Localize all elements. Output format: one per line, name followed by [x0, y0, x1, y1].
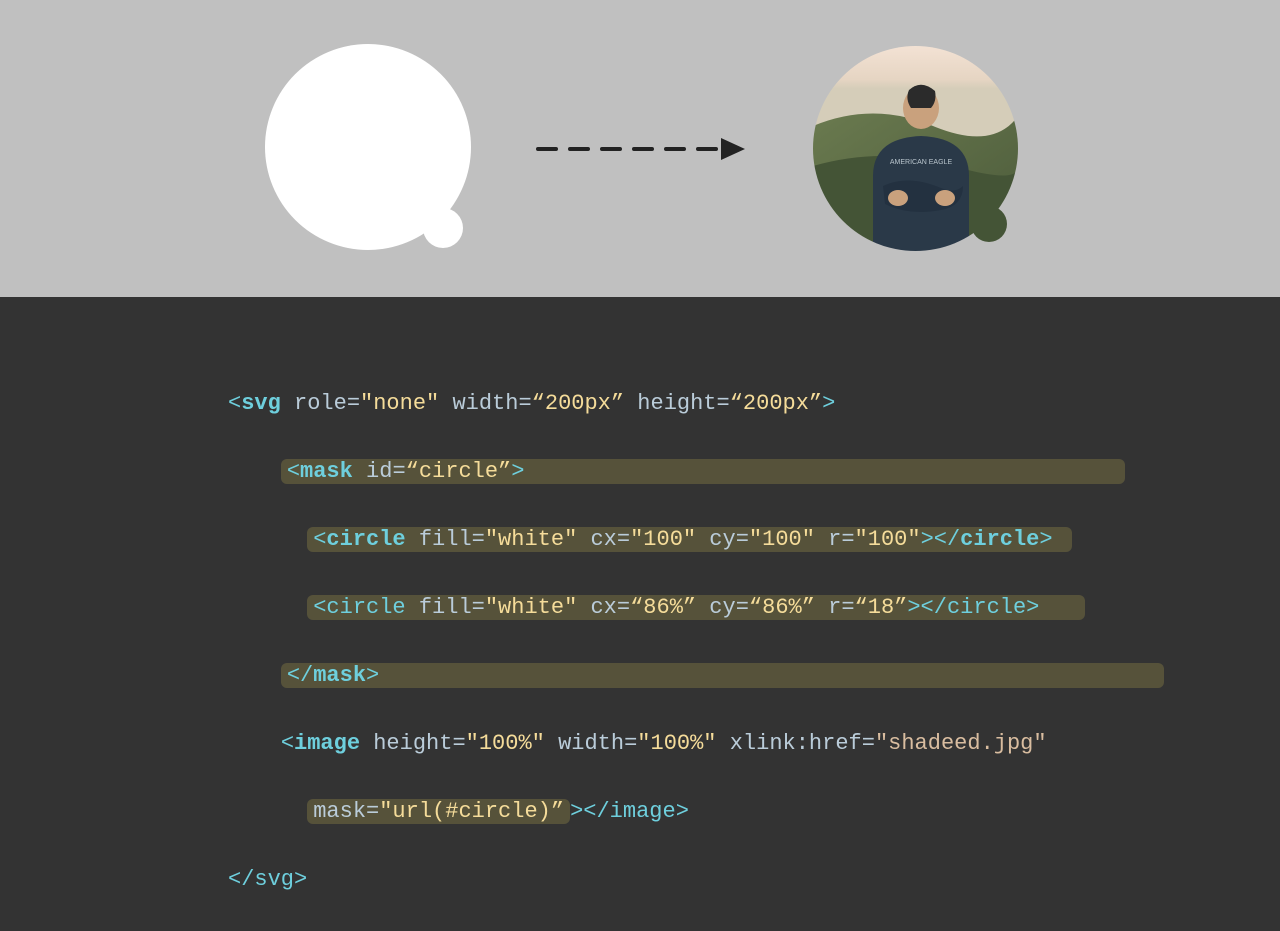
diagram-panel: AMERICAN EAGLE — [0, 0, 1280, 297]
code-token: "none" — [360, 391, 439, 416]
code-token: < — [228, 391, 241, 416]
highlighted-mask-block: </mask> — [281, 663, 1164, 688]
code-token: = — [392, 459, 405, 484]
code-token: width — [439, 391, 518, 416]
code-token: id — [353, 459, 393, 484]
code-block: <svg role="none" width=“200px” height=“2… — [0, 297, 1280, 931]
code-token: "white" — [485, 595, 577, 620]
code-token: cx — [577, 527, 617, 552]
code-token: cy — [696, 595, 736, 620]
code-token: = — [452, 731, 465, 756]
code-token: = — [347, 391, 360, 416]
code-token: image — [294, 731, 360, 756]
code-token: > — [511, 459, 524, 484]
code-token: "white" — [485, 527, 577, 552]
code-token: = — [366, 799, 379, 824]
code-token: = — [736, 527, 749, 552]
code-token: "100%" — [466, 731, 545, 756]
code-token: mask — [300, 459, 353, 484]
code-token: = — [841, 595, 854, 620]
code-token: "100" — [855, 527, 921, 552]
code-token: > — [1039, 527, 1052, 552]
code-token: circle — [326, 595, 405, 620]
code-token: > — [294, 867, 307, 892]
highlighted-mask-attr: mask="url(#circle)” — [307, 799, 570, 824]
code-token: “86%” — [749, 595, 815, 620]
code-token: height — [624, 391, 716, 416]
code-token: ></ — [921, 527, 961, 552]
code-token: < — [313, 595, 326, 620]
code-token: r — [815, 595, 841, 620]
code-token: = — [717, 391, 730, 416]
code-token: = — [862, 731, 875, 756]
code-token — [281, 391, 294, 416]
mask-shape-preview — [263, 44, 473, 254]
code-token: "100" — [749, 527, 815, 552]
code-token: mask — [313, 799, 366, 824]
code-token: < — [313, 527, 326, 552]
highlighted-mask-block: <circle fill="white" cx="100" cy="100" r… — [307, 527, 1072, 552]
highlighted-mask-block: <circle fill="white" cx=“86%” cy=“86%” r… — [307, 595, 1085, 620]
svg-text:AMERICAN EAGLE: AMERICAN EAGLE — [889, 159, 952, 166]
code-token: "100" — [630, 527, 696, 552]
code-token: svg — [254, 867, 294, 892]
code-token: r — [815, 527, 841, 552]
code-indent — [228, 527, 307, 552]
code-token: = — [472, 527, 485, 552]
code-token: xlink:href — [717, 731, 862, 756]
code-token: = — [617, 527, 630, 552]
code-token: = — [624, 731, 637, 756]
code-token: “86%” — [630, 595, 696, 620]
code-token: mask — [313, 663, 366, 688]
code-indent — [228, 595, 307, 620]
code-token: width — [545, 731, 624, 756]
code-indent — [228, 663, 281, 688]
code-indent — [228, 731, 281, 756]
code-indent — [228, 459, 281, 484]
code-token: “circle” — [406, 459, 512, 484]
code-token: = — [841, 527, 854, 552]
code-token: “200px” — [532, 391, 624, 416]
code-token: "url(#circle)” — [379, 799, 564, 824]
code-token: height — [360, 731, 452, 756]
avatar-result: AMERICAN EAGLE — [813, 46, 1018, 251]
code-token: fill — [406, 595, 472, 620]
code-token: svg — [241, 391, 281, 416]
code-token: “18” — [855, 595, 908, 620]
code-token: = — [472, 595, 485, 620]
code-token: "shadeed.jpg" — [875, 731, 1047, 756]
code-token: “200px” — [730, 391, 822, 416]
code-token: = — [518, 391, 531, 416]
code-token: </ — [287, 663, 313, 688]
code-token: > — [366, 663, 379, 688]
arrow-icon — [533, 134, 753, 164]
code-token: = — [617, 595, 630, 620]
code-token: circle — [326, 527, 405, 552]
code-token: < — [281, 731, 294, 756]
code-indent — [228, 799, 307, 824]
code-token: fill — [406, 527, 472, 552]
code-token: ></image> — [570, 799, 689, 824]
code-token: "100%" — [637, 731, 716, 756]
code-token: cy — [696, 527, 736, 552]
code-token: = — [736, 595, 749, 620]
code-token: cx — [577, 595, 617, 620]
code-token: circle — [960, 527, 1039, 552]
code-token: role — [294, 391, 347, 416]
code-token: > — [822, 391, 835, 416]
code-token: < — [287, 459, 300, 484]
code-token: </ — [228, 867, 254, 892]
highlighted-mask-block: <mask id=“circle”> — [281, 459, 1125, 484]
code-token: ></circle> — [907, 595, 1039, 620]
